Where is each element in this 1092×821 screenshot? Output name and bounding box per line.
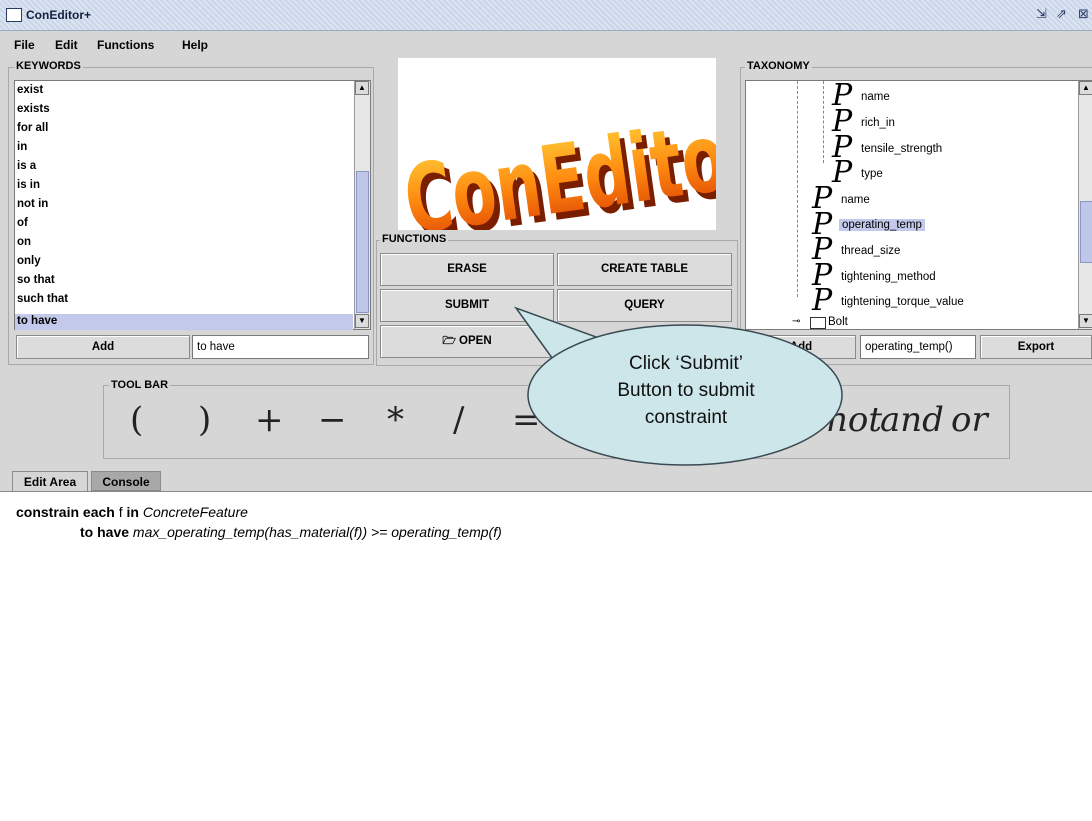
list-item[interactable]: so that: [17, 272, 55, 288]
plus-button[interactable]: +: [255, 400, 284, 440]
export-button[interactable]: Export: [980, 335, 1092, 359]
or-button[interactable]: or: [951, 400, 988, 440]
maximize-icon[interactable]: ⇗: [1056, 7, 1067, 22]
taxonomy-tree[interactable]: P name P rich_in P tensile_strength P ty…: [745, 80, 1092, 330]
tree-node[interactable]: thread_size: [841, 245, 900, 257]
tree-node-selected[interactable]: operating_temp: [839, 219, 925, 231]
tree-node[interactable]: tightening_method: [841, 271, 936, 283]
logo-area: ConEditor+ ConEditor+: [398, 58, 822, 263]
create-table-button[interactable]: CREATE TABLE: [557, 253, 732, 286]
scroll-thumb[interactable]: [1080, 201, 1092, 263]
list-item[interactable]: exist: [17, 82, 43, 98]
callout-line: constraint: [644, 407, 728, 428]
list-item[interactable]: exists: [17, 101, 50, 117]
callout-line: Button to submit: [617, 380, 755, 401]
keywords-list[interactable]: exist exists for all in is a is in not i…: [14, 80, 371, 330]
keyword: in: [126, 504, 139, 520]
taxonomy-scrollbar[interactable]: ▲ ▼: [1078, 81, 1092, 329]
list-item[interactable]: is in: [17, 177, 40, 193]
open-label: OPEN: [459, 335, 492, 347]
list-item[interactable]: on: [17, 234, 31, 250]
scroll-up-icon[interactable]: ▲: [1079, 81, 1092, 95]
callout-line: Click ‘Submit’: [628, 353, 744, 374]
tree-node[interactable]: type: [861, 168, 883, 180]
title-bar: ConEditor+ ⇲ ⇗ ⊠: [0, 0, 1092, 31]
type-name: ConcreteFeature: [138, 504, 248, 520]
tree-node[interactable]: tensile_strength: [861, 143, 942, 155]
close-paren-button[interactable]: ): [198, 400, 211, 440]
edit-area[interactable]: constrain each f in ConcreteFeature to h…: [0, 491, 1092, 821]
functions-label: FUNCTIONS: [380, 233, 449, 245]
constraint-line-1: constrain each f in ConcreteFeature: [16, 504, 248, 520]
window-title: ConEditor+: [26, 8, 91, 22]
window-icon: [6, 8, 22, 22]
list-item[interactable]: in: [17, 139, 27, 155]
minimize-icon[interactable]: ⇲: [1036, 7, 1047, 22]
and-button[interactable]: and: [880, 400, 944, 440]
tree-line: [823, 81, 824, 163]
toolbar-label: TOOL BAR: [109, 379, 171, 391]
list-item-selected[interactable]: to have: [17, 313, 57, 329]
list-item[interactable]: is a: [17, 158, 36, 174]
list-item[interactable]: of: [17, 215, 28, 231]
tree-node[interactable]: tightening_torque_value: [841, 296, 964, 308]
tab-edit-area[interactable]: Edit Area: [12, 471, 88, 491]
property-icon: P: [832, 155, 853, 190]
callout-text: Click ‘Submit’ Button to submit constrai…: [546, 350, 826, 431]
menu-help[interactable]: Help: [182, 38, 208, 52]
tab-console[interactable]: Console: [91, 471, 161, 491]
keywords-add-button[interactable]: Add: [16, 335, 190, 359]
scroll-down-icon[interactable]: ▼: [355, 314, 369, 328]
scroll-thumb[interactable]: [356, 171, 369, 313]
keywords-scrollbar[interactable]: ▲ ▼: [354, 81, 370, 329]
tree-line: [797, 81, 798, 297]
open-paren-button[interactable]: (: [130, 400, 143, 440]
taxonomy-input[interactable]: operating_temp(): [860, 335, 976, 359]
close-icon[interactable]: ⊠: [1078, 7, 1089, 22]
minus-button[interactable]: −: [318, 400, 347, 440]
keyword: constrain each: [16, 504, 115, 520]
divide-button[interactable]: /: [453, 400, 464, 440]
tree-node[interactable]: name: [861, 91, 890, 103]
keywords-input[interactable]: to have: [192, 335, 369, 359]
folder-open-icon: 🗁: [442, 335, 460, 347]
keyword: to have: [80, 524, 130, 540]
logo-text: ConEditor+: [398, 91, 716, 230]
multiply-button[interactable]: *: [387, 400, 404, 440]
list-item[interactable]: for all: [17, 120, 48, 136]
menu-functions[interactable]: Functions: [97, 38, 154, 52]
logo: ConEditor+ ConEditor+: [398, 91, 822, 263]
menu-file[interactable]: File: [14, 38, 35, 52]
list-item[interactable]: only: [17, 253, 41, 269]
tree-node[interactable]: name: [841, 194, 870, 206]
list-item[interactable]: not in: [17, 196, 48, 212]
scroll-down-icon[interactable]: ▼: [1079, 314, 1092, 328]
taxonomy-label: TAXONOMY: [745, 60, 812, 72]
erase-button[interactable]: ERASE: [380, 253, 554, 286]
menu-edit[interactable]: Edit: [55, 38, 78, 52]
keywords-label: KEYWORDS: [14, 60, 83, 72]
list-item[interactable]: such that: [17, 291, 68, 307]
menu-bar: File Edit Functions Help: [0, 37, 1092, 55]
constraint-line-2: to have max_operating_temp(has_material(…: [80, 524, 502, 540]
expression: max_operating_temp(has_material(f)) >= o…: [129, 524, 502, 540]
scroll-up-icon[interactable]: ▲: [355, 81, 369, 95]
tree-node[interactable]: rich_in: [861, 117, 895, 129]
selection-highlight: [15, 314, 353, 330]
variable: f: [114, 504, 127, 520]
